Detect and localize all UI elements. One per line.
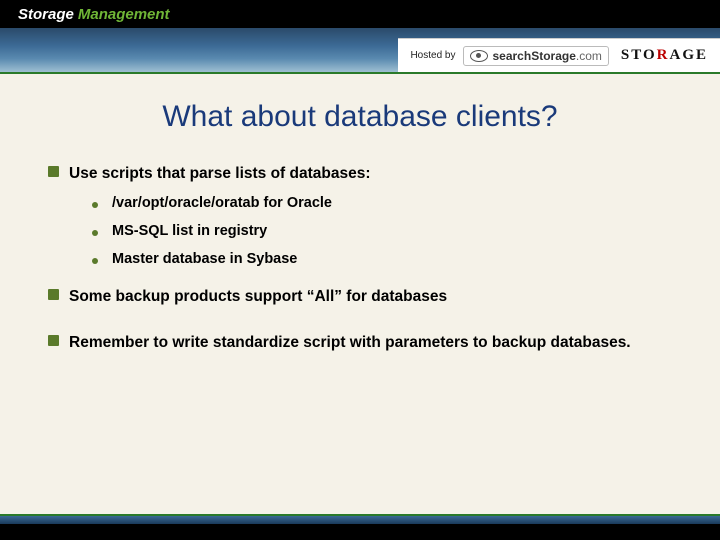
bullet-text: Remember to write standardize script wit… — [69, 331, 631, 354]
dot-bullet-icon — [92, 202, 98, 208]
bullet-text: /var/opt/oracle/oratab for Oracle — [112, 195, 332, 211]
slide-title: What about database clients? — [0, 100, 720, 134]
bullet-l2: Master database in Sybase — [48, 251, 682, 267]
hosted-by-label: Hosted by — [410, 50, 455, 61]
bullet-text: Master database in Sybase — [112, 251, 297, 267]
storage-magazine-logo: STORAGE — [617, 47, 712, 64]
slide-footer — [0, 514, 720, 540]
bullet-l1: Use scripts that parse lists of database… — [48, 162, 682, 185]
bullet-text: Some backup products support “All” for d… — [69, 285, 447, 308]
bullet-text: MS-SQL list in registry — [112, 223, 267, 239]
dot-bullet-icon — [92, 230, 98, 236]
searchstorage-logo: searchStorage.com — [463, 46, 608, 66]
square-bullet-icon — [48, 166, 59, 177]
dot-bullet-icon — [92, 258, 98, 264]
bullet-l1: Remember to write standardize script wit… — [48, 331, 682, 354]
footer-blue-bar — [0, 516, 720, 524]
bullet-l1: Some backup products support “All” for d… — [48, 285, 682, 308]
header-divider — [0, 72, 720, 74]
slide-header: Storage Management Hosted by searchStora… — [0, 0, 720, 72]
hosted-by-row: Hosted by searchStorage.com STORAGE — [398, 38, 720, 72]
header-gradient: Hosted by searchStorage.com STORAGE — [0, 28, 720, 72]
bullet-text: Use scripts that parse lists of database… — [69, 162, 371, 185]
slide-content: Use scripts that parse lists of database… — [0, 162, 720, 354]
bullet-l2: MS-SQL list in registry — [48, 223, 682, 239]
brand-word-1: Storage — [18, 6, 74, 23]
square-bullet-icon — [48, 289, 59, 300]
brand-word-2: Management — [78, 6, 170, 23]
brand-bar: Storage Management — [0, 0, 720, 28]
footer-black-bar — [0, 524, 720, 540]
bullet-l2: /var/opt/oracle/oratab for Oracle — [48, 195, 682, 211]
square-bullet-icon — [48, 335, 59, 346]
eye-icon — [470, 50, 488, 62]
searchstorage-text: searchStorage.com — [492, 49, 601, 63]
sub-bullet-list: /var/opt/oracle/oratab for Oracle MS-SQL… — [48, 195, 682, 267]
